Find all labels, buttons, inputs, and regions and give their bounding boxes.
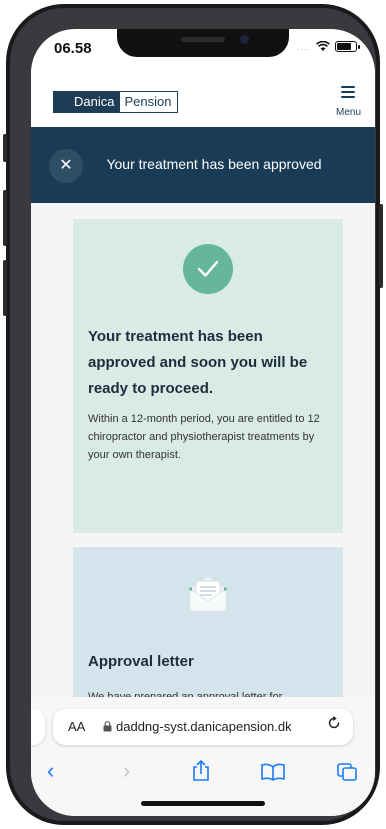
tabs-button[interactable] [337,762,357,786]
mute-switch [3,134,7,162]
phone-bezel: 06.58 .... Danica Pension Menu ✕ Your tr… [10,8,376,821]
status-icons: .... [296,41,360,52]
battery-icon [335,41,360,52]
logo-left-text: Danica [54,92,121,112]
checkmark-icon [197,260,219,277]
browser-nav-bar: ‹ › [31,759,375,783]
volume-down-button [3,260,7,316]
site-header: Danica Pension Menu [31,69,375,127]
back-button[interactable]: ‹ [47,759,54,783]
approval-card: Your treatment has been approved and soo… [73,219,343,533]
share-button[interactable] [191,759,211,787]
bookmarks-button[interactable] [261,762,285,786]
danica-pension-logo[interactable]: Danica Pension [53,91,179,113]
check-circle-icon [183,244,233,294]
notch [117,29,289,57]
lock-icon [103,721,112,732]
page-title: Your treatment has been approved [106,156,322,172]
reload-button[interactable] [327,716,341,735]
menu-label: Menu [335,107,361,118]
main-content[interactable]: Your treatment has been approved and soo… [31,203,375,743]
browser-toolbar: AA daddng-syst.danicapension.dk ‹ › [31,697,375,816]
wifi-icon [316,41,330,51]
forward-button[interactable]: › [123,759,130,783]
power-button [379,204,383,288]
volume-up-button [3,190,7,246]
close-button[interactable]: ✕ [49,149,83,183]
url-text: daddng-syst.danicapension.dk [116,719,292,734]
page-banner: ✕ Your treatment has been approved [31,127,375,203]
approval-text: Within a 12-month period, you are entitl… [88,413,320,461]
close-icon: ✕ [59,157,73,174]
approval-letter-heading: Approval letter [88,653,194,670]
status-time: 06.58 [54,40,92,57]
home-indicator[interactable] [141,801,265,806]
book-icon [261,763,285,781]
hamburger-icon [341,86,356,98]
approval-heading: Your treatment has been approved and soo… [88,328,308,397]
reload-icon [328,716,340,729]
logo-right-text: Pension [120,92,178,112]
previous-tab-urlbar[interactable] [31,709,45,745]
address-bar[interactable]: AA daddng-syst.danicapension.dk [53,709,353,745]
speaker [181,37,225,42]
screen: 06.58 .... Danica Pension Menu ✕ Your tr… [31,29,375,816]
tabs-icon [337,763,357,781]
phone-frame: 06.58 .... Danica Pension Menu ✕ Your tr… [3,4,383,825]
camera [240,35,249,44]
signal-icon: .... [296,41,311,52]
envelope-letter-icon [188,577,228,612]
menu-button[interactable]: Menu [336,83,361,120]
share-icon [193,759,209,781]
reader-aa-button[interactable]: AA [68,719,85,734]
